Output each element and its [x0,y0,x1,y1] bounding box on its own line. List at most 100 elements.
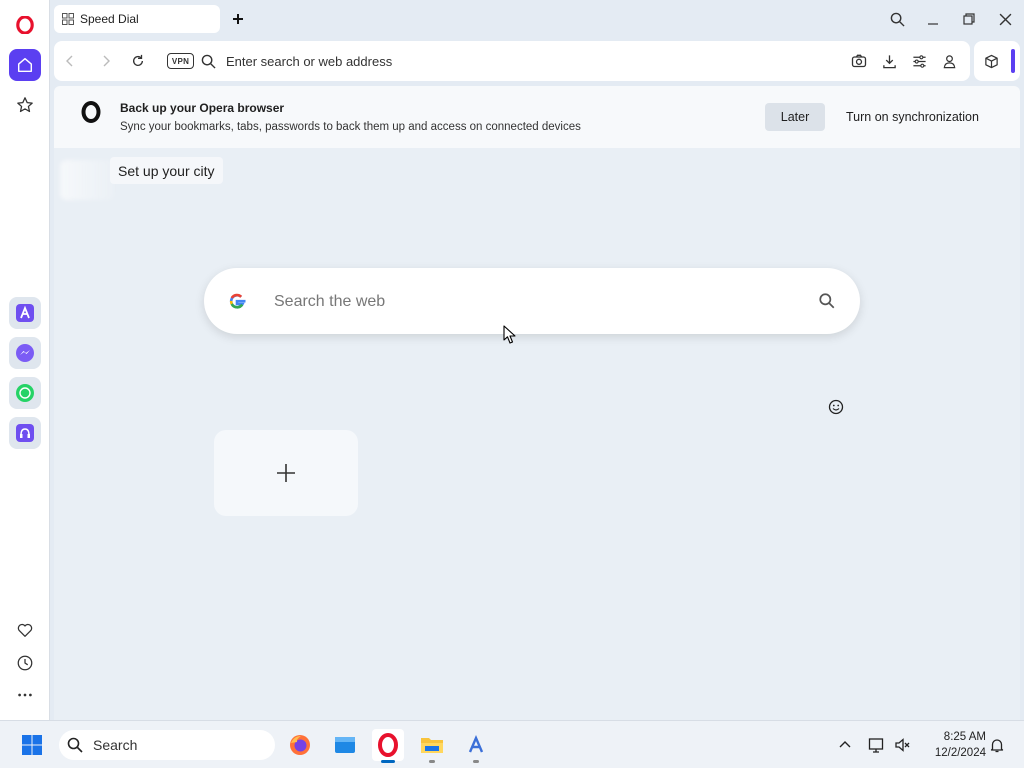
sidebar-bookmarks-button[interactable] [9,89,41,121]
chevron-right-icon [103,55,110,67]
address-input[interactable] [226,51,826,71]
tab-speed-dial[interactable]: Speed Dial [54,5,220,33]
opera-logo-icon [16,16,34,34]
browser-window: Speed Dial VPN Enter search or web addre… [0,0,1024,720]
set-up-city-link[interactable]: Set up your city [110,157,223,184]
clock-date: 12/2/2024 [934,747,986,759]
volume-button[interactable] [887,729,919,761]
sync-banner-title: Back up your Opera browser [120,101,285,115]
aria-icon [468,734,484,753]
add-speed-dial-button[interactable] [214,430,358,516]
turn-on-sync-button[interactable]: Turn on synchronization [838,103,987,131]
sidebar-pinboards-button[interactable] [9,614,41,646]
new-tab-button[interactable] [228,9,248,29]
taskbar-clock[interactable]: 8:25 AM 12/2/2024 [916,729,986,761]
active-indicator [381,760,395,763]
search-icon [890,12,905,27]
taskbar-search-box[interactable]: Search [59,730,275,760]
opera-menu-button[interactable] [9,9,41,41]
close-icon [999,13,1011,25]
minimize-button[interactable] [921,8,945,30]
sidebar-history-button[interactable] [9,647,41,679]
search-icon [67,737,83,753]
back-button[interactable] [60,51,80,71]
later-button[interactable]: Later [765,103,825,131]
sidebar-aria-button[interactable] [9,297,41,329]
sidebar-whatsapp-button[interactable] [9,377,41,409]
vpn-badge[interactable]: VPN [167,53,194,69]
sidebar-more-button[interactable] [9,679,41,711]
close-window-button[interactable] [993,8,1017,30]
snapshot-button[interactable] [849,51,869,71]
taskbar-file-explorer-blue[interactable] [329,729,361,761]
speed-dial-icon [62,13,74,25]
cube-icon [984,54,998,68]
clock-time: 8:25 AM [943,731,986,743]
folder-icon [421,738,443,753]
taskbar-opera[interactable] [372,729,404,763]
messenger-icon [16,344,34,362]
plus-icon [233,14,243,24]
sidebar-toggle-accent[interactable] [1011,49,1015,73]
start-button[interactable] [16,729,48,761]
plus-icon [277,464,295,482]
downloads-button[interactable] [879,51,899,71]
windows-taskbar: Search 8:25 AM 12/2/2024 [0,720,1024,768]
sidebar [0,0,50,720]
sidebar-messenger-button[interactable] [9,337,41,369]
tab-strip: Speed Dial [50,0,1024,38]
notifications-button[interactable] [981,729,1013,761]
settings-sliders-icon [912,54,926,68]
show-hidden-icons-button[interactable] [829,729,861,761]
google-logo-icon [229,293,246,309]
running-indicator [473,760,479,763]
address-toolbar: VPN [54,41,970,81]
forward-button[interactable] [96,51,116,71]
home-icon [17,57,33,73]
opera-logo-icon [81,101,101,123]
camera-icon [851,54,867,68]
speed-dial-page [54,148,1020,720]
aria-icon [16,304,34,322]
bell-icon [990,739,1004,753]
taskbar-aria-app[interactable] [460,729,492,763]
network-icon [868,738,884,753]
sidebar-home-button[interactable] [9,49,41,81]
running-indicator [429,760,435,763]
whatsapp-icon [16,384,34,402]
smiley-icon[interactable] [828,399,844,415]
tab-title: Speed Dial [80,12,139,26]
chevron-up-icon [839,741,851,748]
sidebar-music-player-button[interactable] [9,417,41,449]
clock-icon [17,655,33,671]
search-icon[interactable] [818,292,836,310]
user-icon [943,54,955,68]
taskbar-firefox[interactable] [284,729,316,761]
music-player-icon [16,424,34,442]
taskbar-file-explorer[interactable] [416,729,448,763]
star-icon [17,97,33,113]
restore-button[interactable] [957,8,981,30]
firefox-icon [290,735,310,755]
heart-icon [17,623,33,637]
sync-banner-description: Sync your bookmarks, tabs, passwords to … [120,121,581,133]
restore-icon [963,13,975,25]
mouse-cursor-icon [503,325,516,344]
reload-button[interactable] [128,51,148,71]
taskbar-search-label: Search [93,737,138,753]
search-icon [201,54,216,69]
easy-setup-button[interactable] [909,51,929,71]
tab-search-button[interactable] [885,8,909,30]
speaker-muted-icon [895,738,910,752]
folder-blue-icon [335,737,355,753]
weather-widget-placeholder [60,160,115,200]
opera-icon [378,733,398,757]
minimize-icon [928,23,938,25]
download-icon [882,54,896,68]
more-horizontal-icon [18,693,32,697]
extensions-button[interactable] [981,51,1001,71]
windows-logo-icon [22,735,42,755]
web-search-input[interactable] [274,290,774,314]
profile-button[interactable] [939,51,959,71]
web-search-box [204,268,860,334]
